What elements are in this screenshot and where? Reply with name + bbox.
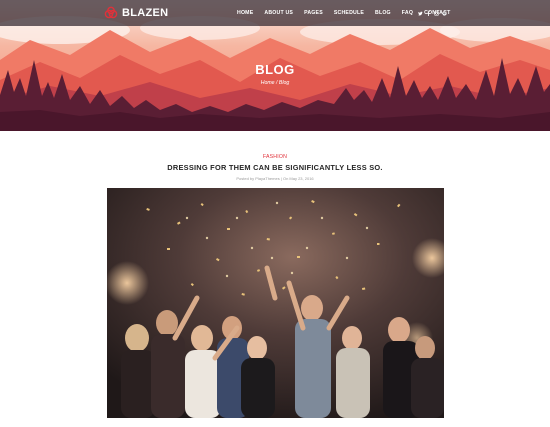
page-title: BLOG [255,62,295,77]
page: BLOG Home / Blog BLAZEN HOME ABOUT US PA… [0,0,550,427]
breadcrumb-home-link[interactable]: Home [261,80,275,86]
nav-schedule[interactable]: SCHEDULE [334,10,364,16]
blazen-logo-icon [104,6,118,19]
brand-logo-link[interactable]: BLAZEN [104,0,168,26]
navbar: BLAZEN HOME ABOUT US PAGES SCHEDULE BLOG… [0,0,550,26]
instagram-icon[interactable] [432,10,440,16]
nav-home[interactable]: HOME [237,10,253,16]
post-featured-image[interactable] [107,188,444,418]
nav-pages[interactable]: PAGES [304,10,323,16]
breadcrumb: Home / Blog [0,80,550,86]
social-links [416,0,448,26]
facebook-icon[interactable] [424,10,432,16]
post-category-link[interactable]: FASHION [263,154,287,160]
nav-about-us[interactable]: ABOUT US [264,10,293,16]
party-confetti-photo [107,188,444,418]
post-title[interactable]: DRESSING FOR THEM CAN BE SIGNIFICANTLY L… [0,163,550,172]
twitter-icon[interactable] [416,11,424,16]
post-meta: Posted by PlayaThemes | On May 23, 2016 [236,176,314,181]
nav-blog[interactable]: BLOG [375,10,391,16]
breadcrumb-current: Blog [278,80,290,86]
brand-name: BLAZEN [122,7,169,19]
nav-faq[interactable]: FAQ [402,10,413,16]
post-category: FASHION [0,154,550,160]
dribbble-icon[interactable] [440,10,448,16]
